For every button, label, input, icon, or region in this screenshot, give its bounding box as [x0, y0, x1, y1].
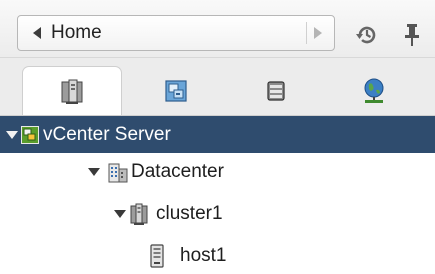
cluster-icon: [130, 203, 148, 225]
storage-icon: [267, 80, 285, 101]
expand-toggle-icon[interactable]: [88, 167, 100, 176]
expand-toggle-icon[interactable]: [114, 209, 126, 218]
back-button[interactable]: Home: [18, 16, 293, 50]
back-button-label: Home: [51, 22, 102, 43]
tree-item-host1[interactable]: host1: [0, 237, 435, 274]
tree-item-cluster1[interactable]: cluster1: [0, 195, 435, 232]
datacenter-icon: [108, 163, 128, 182]
host-icon: [150, 243, 164, 268]
inventory-tabs: [0, 58, 435, 117]
history-button[interactable]: [354, 22, 380, 48]
tree-item-label: host1: [180, 244, 227, 266]
tab-storage[interactable]: [226, 66, 326, 115]
pin-button[interactable]: [401, 22, 423, 48]
tab-hosts-clusters[interactable]: [22, 66, 122, 117]
tree-item-vcenter-server[interactable]: vCenter Server: [0, 116, 435, 153]
tab-networking[interactable]: [324, 66, 424, 115]
tree-item-label: Datacenter: [131, 160, 224, 182]
back-arrow-icon: [33, 27, 41, 39]
history-navigation-field: Home: [17, 15, 335, 51]
networking-icon: [364, 78, 384, 103]
tab-vms-templates[interactable]: [126, 66, 226, 115]
tree-item-label: vCenter Server: [43, 123, 171, 145]
tree-item-datacenter[interactable]: Datacenter: [0, 153, 435, 190]
hosts-clusters-icon: [61, 79, 83, 104]
forward-arrow-icon: [313, 27, 322, 39]
tree-item-label: cluster1: [156, 202, 223, 224]
vcenter-icon: [21, 125, 39, 144]
vms-templates-icon: [165, 79, 187, 102]
history-icon: [356, 26, 376, 44]
forward-button[interactable]: [306, 22, 328, 44]
navigator-toolbar: Home: [0, 0, 435, 58]
pin-icon: [405, 24, 419, 46]
expand-toggle-icon[interactable]: [6, 130, 18, 139]
inventory-navigator: Home vCenter Server Datacenter cluster1 …: [0, 0, 435, 274]
